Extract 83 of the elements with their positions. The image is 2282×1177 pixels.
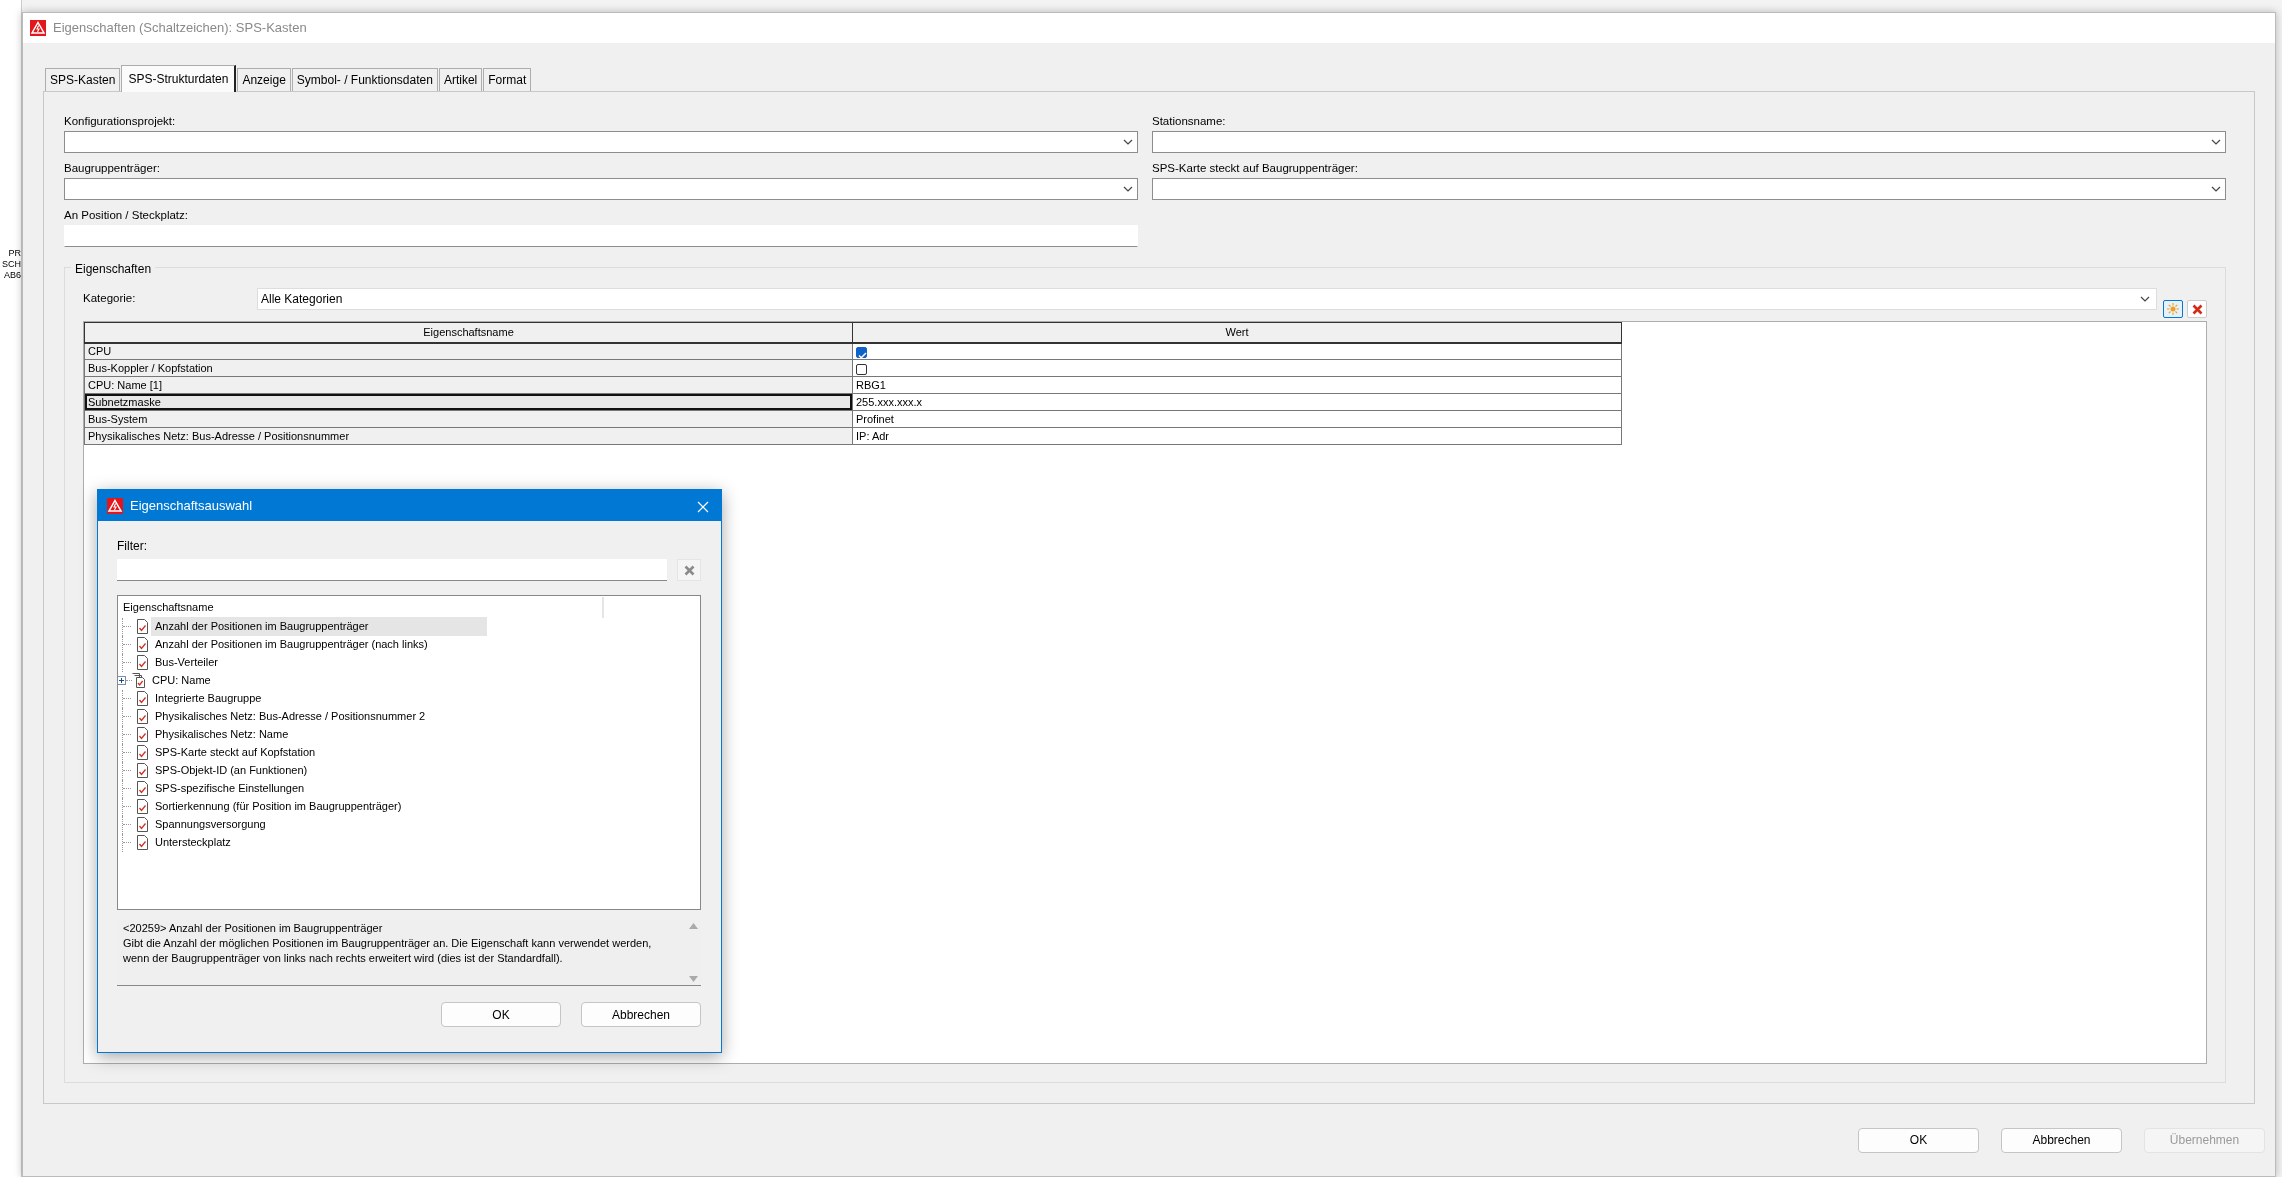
close-icon — [683, 564, 695, 576]
document-check-icon — [136, 816, 149, 833]
category-dropdown[interactable]: Alle Kategorien — [257, 288, 2157, 310]
dialog-button[interactable]: OK — [441, 1002, 561, 1027]
tab[interactable]: SPS-Strukturdaten — [121, 65, 237, 92]
chevron-down-icon — [1123, 139, 1133, 145]
column-header: Eigenschaftsname — [84, 322, 853, 343]
scroll-up-icon — [688, 923, 698, 929]
tree-item[interactable]: SPS-spezifische Einstellungen — [151, 779, 487, 798]
expander-icon[interactable] — [118, 676, 126, 685]
dialog-title: Eigenschaftsauswahl — [130, 496, 253, 515]
tab[interactable]: Artikel — [438, 68, 483, 91]
description-text: Gibt die Anzahl der möglichen Positionen im Baugruppenträger an. Die Eigenschaft kann verwendet werden, wenn der Baugruppenträger von links nach rechts erweitert wird (dies ist der Standardfall). — [123, 936, 653, 966]
dialog-button[interactable]: Abbrechen — [2001, 1127, 2122, 1153]
column-header: Wert — [852, 322, 1622, 343]
document-check-icon — [136, 834, 149, 851]
background-text: SCH — [1, 259, 21, 270]
tree-item[interactable]: Anzahl der Positionen im Baugruppenträger — [151, 617, 487, 636]
window-title: Eigenschaften (Schaltzeichen): SPS-Kasten — [53, 19, 307, 38]
tree-item[interactable]: Anzahl der Positionen im Baugruppenträger (nach links) — [151, 635, 487, 654]
tree-item[interactable]: Bus-Verteiler — [151, 653, 487, 672]
clear-button[interactable] — [677, 559, 701, 581]
new-button[interactable] — [2163, 300, 2183, 318]
tree-item[interactable]: Integrierte Baugruppe — [151, 689, 487, 708]
filter-field[interactable] — [117, 559, 667, 581]
document-check-icon — [136, 726, 149, 743]
dropdown-field[interactable] — [1152, 131, 2226, 153]
field-label: An Position / Steckplatz: — [64, 208, 189, 222]
document-check-icon — [136, 744, 149, 761]
document-check-icon — [136, 690, 149, 707]
dialog-button[interactable]: OK — [1858, 1127, 1979, 1153]
tree-item[interactable]: Spannungsversorgung — [151, 815, 487, 834]
tab[interactable]: Anzeige — [237, 68, 291, 91]
dropdown-field[interactable] — [64, 178, 1138, 200]
tree-item[interactable]: Sortierkennung (für Position im Baugruppenträger) — [151, 797, 487, 816]
tab[interactable]: Format — [483, 68, 532, 91]
field-label: Filter: — [117, 538, 148, 555]
close-icon — [2191, 303, 2203, 315]
tree-item[interactable]: Untersteckplatz — [151, 833, 487, 852]
field-label: Baugruppenträger: — [64, 161, 161, 175]
tab[interactable]: SPS-Kasten — [45, 68, 121, 91]
chevron-down-icon — [1123, 186, 1133, 192]
chevron-down-icon — [2140, 296, 2150, 302]
sun-icon — [2167, 303, 2179, 315]
tree-item[interactable]: Physikalisches Netz: Name — [151, 725, 487, 744]
document-check-icon — [136, 708, 149, 725]
document-check-icon — [136, 762, 149, 779]
field-label: SPS-Karte steckt auf Baugruppenträger: — [1152, 161, 1359, 175]
document-check-icon — [136, 780, 149, 797]
document-check-icon — [136, 798, 149, 815]
input-field[interactable] — [64, 225, 1138, 247]
field-label: Kategorie: — [83, 291, 137, 307]
field-label: Konfigurationsprojekt: — [64, 114, 177, 128]
warning-icon — [29, 19, 47, 37]
document-check-icon — [136, 654, 149, 671]
table-cell: IP: Adr — [852, 427, 1622, 445]
scroll-down-icon — [688, 976, 698, 982]
dropdown-field[interactable] — [64, 131, 1138, 153]
background-text: PR — [7, 248, 21, 259]
table-cell: 255.xxx.xxx.x — [852, 393, 1622, 411]
background-text: AB6 — [3, 270, 21, 281]
dropdown-value: Alle Kategorien — [261, 291, 343, 308]
chevron-down-icon — [2211, 186, 2221, 192]
chevron-down-icon — [2211, 139, 2221, 145]
tab[interactable]: Symbol- / Funktionsdaten — [291, 68, 438, 91]
checkbox[interactable] — [856, 346, 867, 358]
document-check-icon — [136, 618, 149, 635]
description-text: <20259> Anzahl der Positionen im Baugruppenträger — [123, 921, 384, 936]
field-label: Stationsname: — [1152, 114, 1227, 128]
document-check-icon — [136, 636, 149, 653]
dialog-button[interactable]: Abbrechen — [581, 1002, 701, 1027]
table-cell: Profinet — [852, 410, 1622, 428]
tree-item[interactable]: CPU: Name — [148, 671, 484, 690]
tree-item[interactable]: SPS-Karte steckt auf Kopfstation — [151, 743, 487, 762]
close-icon — [697, 500, 709, 513]
dropdown-field[interactable] — [1152, 178, 2226, 200]
warning-icon — [106, 496, 124, 515]
tree-item[interactable]: SPS-Objekt-ID (an Funktionen) — [151, 761, 487, 780]
table-cell: RBG1 — [852, 376, 1622, 394]
documents-icon — [132, 672, 146, 689]
tree-item[interactable]: Physikalisches Netz: Bus-Adresse / Positionsnummer 2 — [151, 707, 487, 726]
checkbox[interactable] — [856, 363, 867, 375]
delete-button[interactable] — [2187, 300, 2207, 318]
